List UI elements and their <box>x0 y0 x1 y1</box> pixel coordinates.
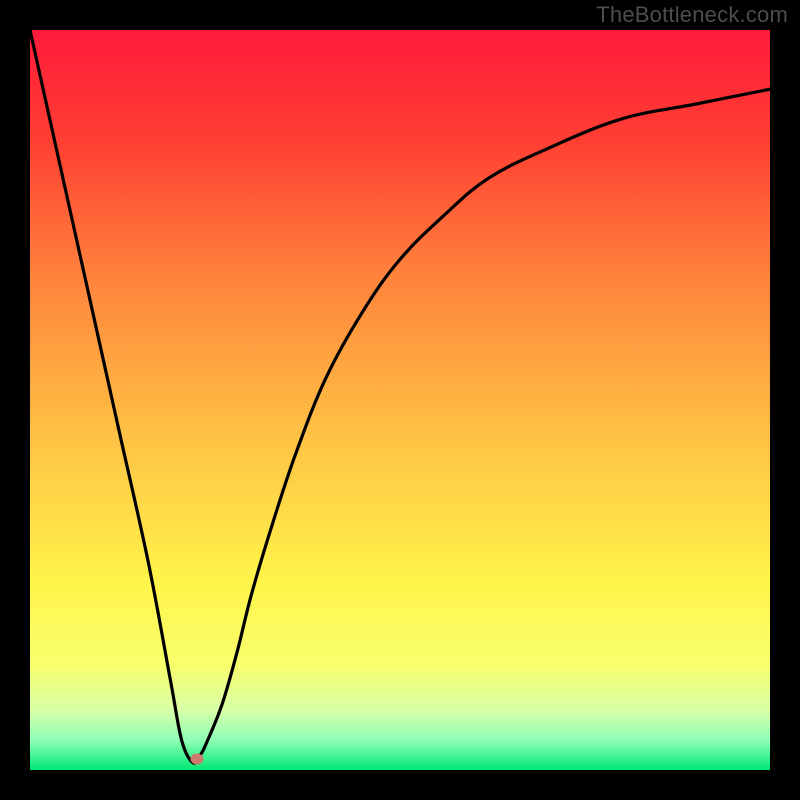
watermark-text: TheBottleneck.com <box>596 2 788 28</box>
chart-frame: TheBottleneck.com <box>0 0 800 800</box>
plot-area <box>30 30 770 770</box>
selected-point-marker <box>190 753 203 764</box>
bottleneck-curve <box>30 30 770 770</box>
